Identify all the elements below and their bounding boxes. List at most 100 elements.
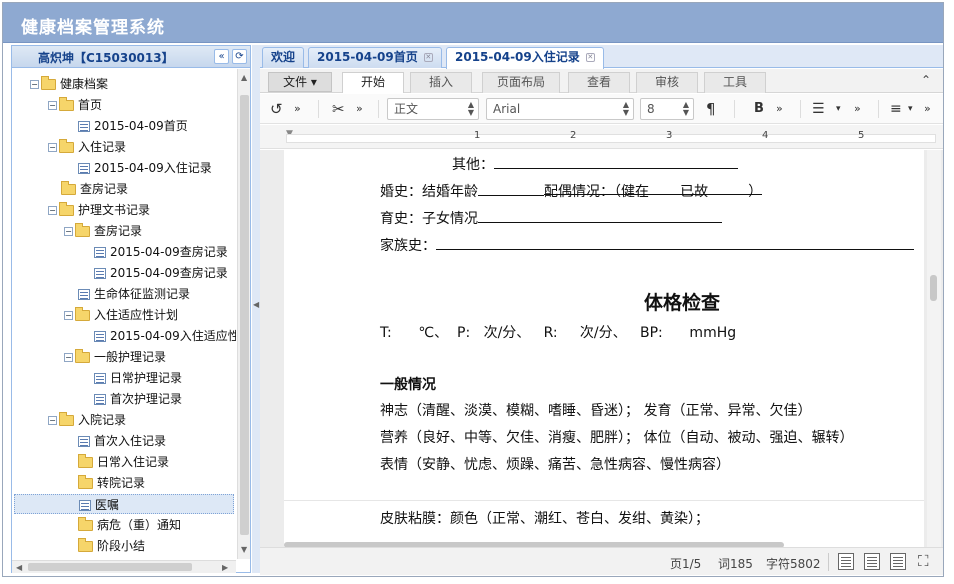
document-page[interactable]: 其他： 婚史：结婚年龄 配偶情况：（健在 已故 ） 育史：子女情况 家族史： 体格… [284,150,924,547]
undo-icon[interactable]: ↺ [270,99,283,119]
cut-icon[interactable]: ✂ [332,99,345,119]
document-vertical-scrollbar[interactable] [927,150,941,547]
tree-node-daily-admit[interactable]: 日常入住记录 [78,452,169,472]
tree-node-adapt-plan[interactable]: − 入住适应性计划 [64,305,178,325]
tab-review[interactable]: 审核 [636,72,698,93]
tree-node-transfer[interactable]: 转院记录 [78,473,145,493]
scroll-thumb[interactable] [28,563,192,571]
tree-node-adapt-doc[interactable]: 2015-04-09入住适应性 [94,326,236,346]
tree-node-daily-nursing[interactable]: 日常护理记录 [94,368,182,388]
tree-node-home-doc[interactable]: 2015-04-09首页 [78,116,188,136]
tree-node-admit[interactable]: − 入住记录 [48,137,126,157]
web-layout-icon[interactable] [864,553,880,570]
blank-field[interactable] [494,155,738,169]
scroll-thumb[interactable] [930,275,937,301]
blank-field[interactable] [436,236,914,250]
tree-node-rounds-doc-2[interactable]: 2015-04-09查房记录 [94,263,228,283]
ruler: ▼ 1 2 3 4 5 [260,125,943,149]
paragraph-mark-icon[interactable]: ¶ [706,99,716,119]
folder-icon [59,412,74,426]
tree-node-stage-summary[interactable]: 阶段小结 [78,536,145,556]
tree-node-root[interactable]: − 健康档案 [30,74,108,94]
expand-icon[interactable]: − [48,101,57,110]
tab-admit-record[interactable]: 2015-04-09入住记录 ✕ [446,47,604,69]
collapse-ribbon-icon[interactable]: ⌃ [921,73,931,87]
word-count: 词185 [718,557,753,571]
more-icon[interactable]: » [294,99,301,119]
tree-node-orders[interactable]: 医嘱 [14,494,234,514]
scroll-up-icon[interactable]: ▲ [241,73,247,82]
bullet-list-icon[interactable]: ☰ [812,99,825,119]
tree-node-nursing[interactable]: − 护理文书记录 [48,200,150,220]
exam-title: 体格检查 [644,292,721,314]
tab-view[interactable]: 查看 [568,72,630,93]
chevron-down-icon[interactable]: ▾ [908,99,913,119]
tree-node-critical-notice[interactable]: 病危（重）通知 [78,515,181,535]
blank-field[interactable] [478,182,544,196]
tree-node-first-admit[interactable]: 首次入住记录 [78,431,166,451]
tree-node-rounds[interactable]: 查房记录 [61,179,128,199]
tree-vertical-scrollbar[interactable]: ▲ ▼ [237,69,250,559]
close-icon[interactable]: ✕ [423,53,433,62]
expand-icon[interactable]: − [64,311,73,320]
tab-home[interactable]: 2015-04-09首页 ✕ [308,47,442,68]
scroll-down-icon[interactable]: ▼ [241,545,247,554]
record-tree: − 健康档案 − 首页 2015-04-09首页 − 入住记录 2015-04-09入… [12,69,236,559]
expand-icon[interactable]: − [30,80,39,89]
collapse-panel-button[interactable]: « [214,49,229,64]
ruler-mark: 3 [666,130,673,141]
font-select[interactable]: Arial ▲ ▼ [486,98,634,120]
more-icon[interactable]: » [924,99,931,119]
more-icon[interactable]: » [854,99,861,119]
page-count: 页1/5 [670,557,702,571]
collapse-arrow-icon[interactable]: ◀ [253,300,259,309]
file-menu-button[interactable]: 文件 ▾ [268,72,332,92]
more-icon[interactable]: » [776,99,783,119]
toolbar-divider [318,100,319,118]
fullscreen-icon[interactable]: ⛶ [918,552,929,570]
tree-node-first-nursing[interactable]: 首次护理记录 [94,389,182,409]
expand-icon[interactable]: − [48,416,57,425]
expand-icon[interactable]: − [48,143,57,152]
tree-node-general-nursing[interactable]: − 一般护理记录 [64,347,166,367]
spinner-icon: ▲ ▼ [682,100,689,117]
tree-node-vitals[interactable]: 生命体征监测记录 [78,284,190,304]
spinner-icon: ▲ ▼ [622,100,629,117]
scroll-left-icon[interactable]: ◀ [16,563,22,572]
tree-node-home[interactable]: − 首页 [48,95,102,115]
tab-insert[interactable]: 插入 [410,72,472,93]
blank-field[interactable] [478,209,722,223]
refresh-button[interactable]: ⟳ [232,49,247,64]
editor-panel: 欢迎 2015-04-09首页 ✕ 2015-04-09入住记录 ✕ 文件 ▾ 开始… [260,45,943,575]
more-icon[interactable]: » [356,99,363,119]
tab-layout[interactable]: 页面布局 [482,72,560,93]
close-icon[interactable]: ✕ [585,53,595,62]
scroll-thumb[interactable] [240,95,249,535]
chevron-down-icon[interactable]: ▾ [836,99,841,119]
panel-header: 高炽坤【C15030013】 « ⟳ [12,46,250,68]
expand-icon[interactable]: − [64,227,73,236]
ruler-mark: 4 [762,130,769,141]
tab-start[interactable]: 开始 [342,72,404,93]
tab-tools[interactable]: 工具 [704,72,766,93]
bold-icon[interactable]: B [754,99,764,119]
tab-welcome[interactable]: 欢迎 [262,47,305,68]
expand-icon[interactable]: − [48,206,57,215]
doc-vitals: T: ℃、 P: 次/分、 R: 次/分、 BP: mmHg [380,325,737,341]
scroll-right-icon[interactable]: ▶ [222,563,228,572]
expand-icon[interactable]: − [64,353,73,362]
print-layout-icon[interactable] [838,553,854,570]
tree-horizontal-scrollbar[interactable]: ◀ ▶ [12,560,236,573]
document-area: 其他： 婚史：结婚年龄 配偶情况：（健在 已故 ） 育史：子女情况 家族史： 体格… [260,150,943,547]
document-icon [78,121,90,132]
tree-node-nursing-rounds[interactable]: − 查房记录 [64,221,142,241]
tree-node-admit-doc[interactable]: 2015-04-09入住记录 [78,158,212,178]
folder-icon [78,517,93,531]
outline-view-icon[interactable] [890,553,906,570]
panel-splitter[interactable]: ◀ [252,45,260,573]
tree-node-hospital[interactable]: − 入院记录 [48,410,126,430]
align-icon[interactable]: ≡ [890,99,902,119]
style-select[interactable]: 正文 ▲ ▼ [387,98,479,120]
tree-node-rounds-doc-1[interactable]: 2015-04-09查房记录 [94,242,228,262]
font-size-select[interactable]: 8 ▲ ▼ [640,98,694,120]
